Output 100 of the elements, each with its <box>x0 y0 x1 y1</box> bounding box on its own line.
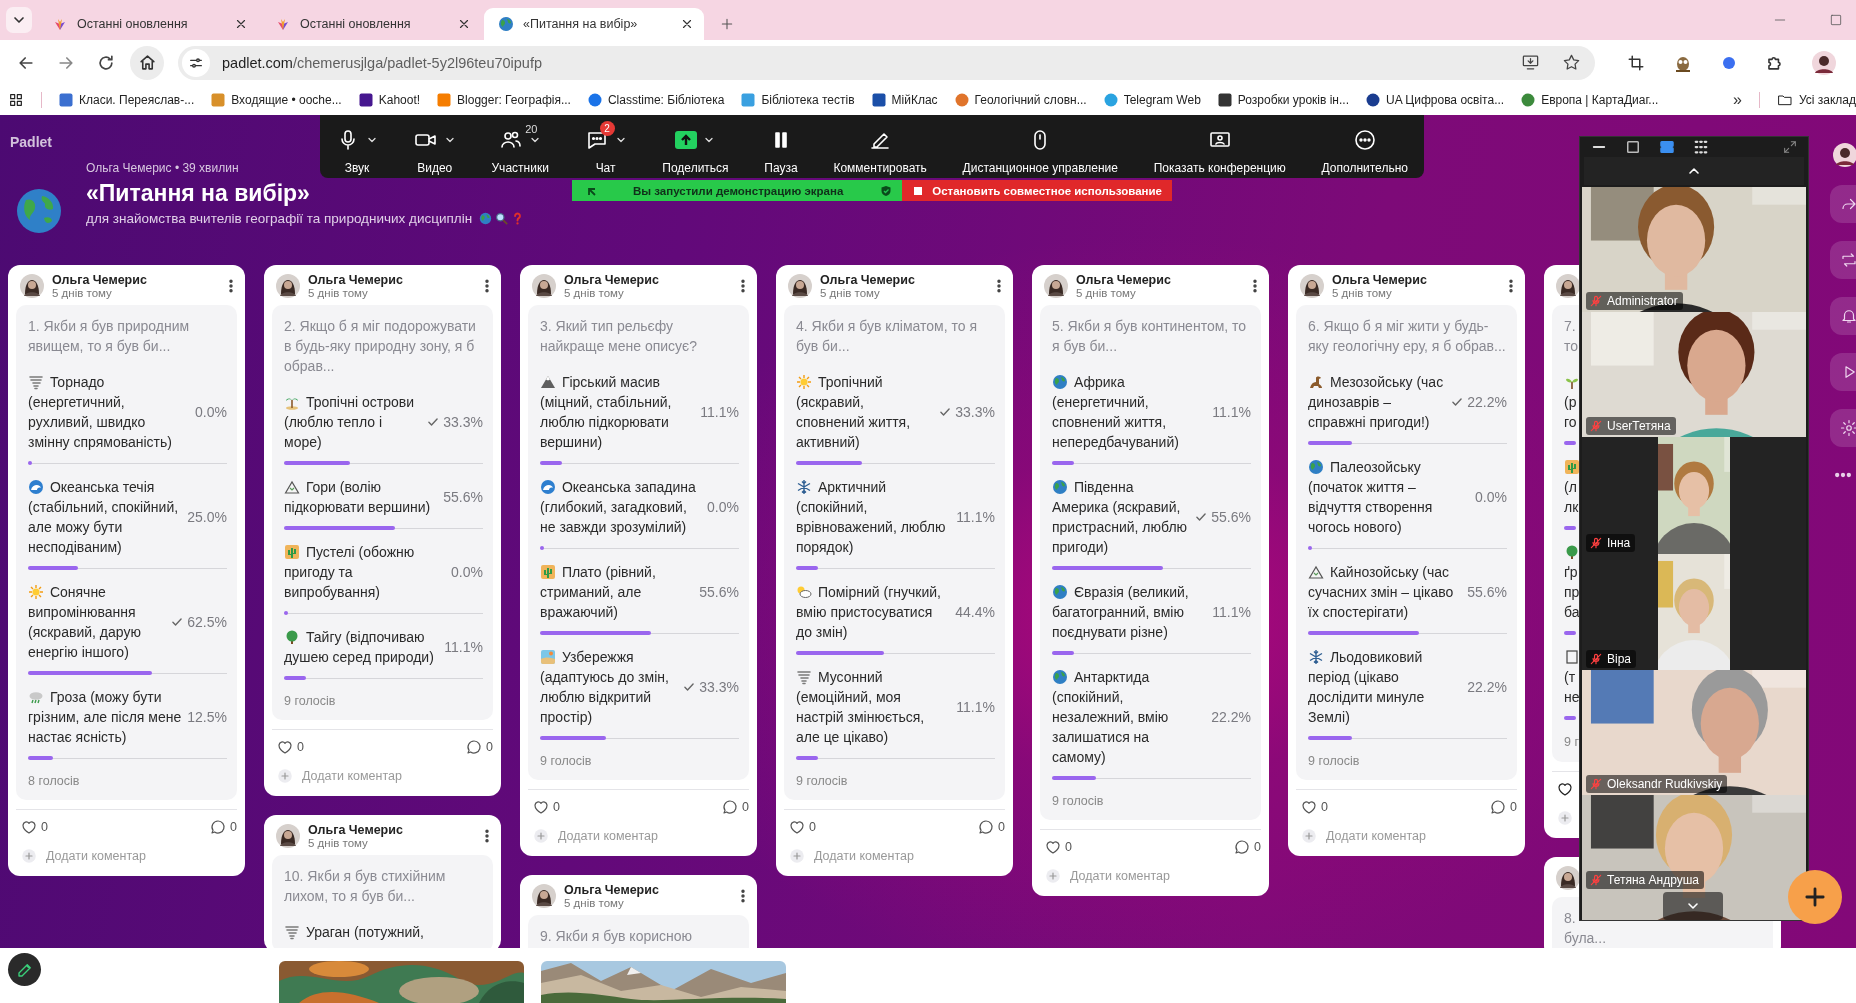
screenshot-icon[interactable] <box>1627 53 1645 72</box>
meeting-toolbar-button[interactable]: Видео <box>407 115 462 178</box>
like-button[interactable]: 0 <box>276 738 304 756</box>
comment-button[interactable]: 0 <box>465 738 493 756</box>
bookmark[interactable]: МійКлас <box>871 93 938 107</box>
poll-option[interactable]: Євразія (великий, багатогранний, вмію поєднувати різне) <box>1052 582 1207 642</box>
bookmark-folder[interactable]: Усі заклад <box>1776 92 1856 108</box>
bookmark[interactable]: Kahoot! <box>358 93 421 107</box>
poll-option[interactable]: Океанська западина (глибокий, загадковий, не завжди зрозумілий) <box>540 477 702 537</box>
install-icon[interactable] <box>1521 53 1540 72</box>
apps-icon[interactable] <box>8 92 24 108</box>
favicon-icon <box>587 93 602 107</box>
add-post-button[interactable] <box>1788 870 1842 924</box>
poll-option[interactable]: Гірський масив (міцний, стабільний, люблю підкорювати вершини) <box>540 372 695 452</box>
browser-tab[interactable]: Останні оновлення <box>261 8 481 40</box>
poll-option[interactable]: Мусонний (емоційний, моя настрій змінюється, але це цікаво) <box>796 667 951 747</box>
profile-avatar[interactable] <box>1833 143 1856 167</box>
expand-icon[interactable] <box>1782 139 1798 156</box>
comment-button[interactable]: 0 <box>1489 798 1517 816</box>
poll-option[interactable]: Плато (рівний, стриманий, але вражаючий) <box>540 562 694 622</box>
poll-option[interactable]: Льодовиковий період (цікаво дослідити минуле Землі) <box>1308 647 1462 727</box>
profile-avatar[interactable] <box>1812 50 1836 75</box>
heart-icon[interactable] <box>1556 780 1574 798</box>
poll-option[interactable]: Тропічні острови (люблю тепло і море) <box>284 392 421 452</box>
meeting-toolbar-button[interactable]: Дополнительно <box>1315 115 1414 178</box>
poll-option[interactable]: лк <box>1564 497 1579 517</box>
poll-option[interactable]: Ураган (потужний, <box>284 922 483 942</box>
comment-button[interactable]: 0 <box>721 798 749 816</box>
meeting-toolbar-button[interactable]: Звук <box>330 115 384 178</box>
poll-option[interactable]: пр <box>1564 582 1580 602</box>
poll-option[interactable]: Торнадо (енергетичний, рухливий, швидко змінну спрямованість) <box>28 372 190 452</box>
meeting-toolbar-button[interactable]: Пауза <box>758 115 804 178</box>
maximize-icon[interactable] <box>1828 12 1844 28</box>
poll-option[interactable]: Пустелі (обожню пригоду та випробування) <box>284 542 446 602</box>
close-icon[interactable] <box>680 17 694 31</box>
comment-button[interactable]: 0 <box>209 818 237 836</box>
like-button[interactable]: 0 <box>1044 838 1072 856</box>
meeting-toolbar-button[interactable]: Дистанционное управление <box>956 115 1124 178</box>
poll-option[interactable]: Узбережжя (адаптуюсь до змін, люблю відкритий простір) <box>540 647 677 727</box>
like-button[interactable]: 0 <box>532 798 560 816</box>
poll-option[interactable]: Африка (енергетичний, сповнений життя, непередбачуваний) <box>1052 372 1207 452</box>
bookmark[interactable]: Бібліотека тестів <box>741 93 855 107</box>
poll-option[interactable]: Океанська течія (стабільний, спокійний, але можу бути несподіваним) <box>28 477 182 557</box>
comment-button[interactable]: 0 <box>977 818 1005 836</box>
bookmark[interactable]: Classtime: Бібліотека <box>587 93 725 107</box>
poll-option[interactable]: (р <box>1564 392 1577 412</box>
poll-option[interactable]: Гроза (можу бути грізним, але після мене настає ясність) <box>28 687 182 747</box>
share-screen-icon <box>675 131 698 149</box>
poll-option[interactable]: Кайнозойську (час сучасних змін – цікаво їх спостерігати) <box>1308 562 1462 622</box>
poll-option[interactable]: Помірний (гнучкий, вмію пристосуватися до змін) <box>796 582 950 642</box>
bookmark[interactable]: Европа | КартаДиаг... <box>1521 93 1659 107</box>
repeat-icon <box>1840 251 1856 269</box>
meeting-toolbar-button[interactable]: 2 Чат <box>578 115 633 178</box>
bookmark[interactable]: UA Цифрова освіта... <box>1366 93 1505 107</box>
home-button[interactable] <box>130 45 164 80</box>
bookmark[interactable]: Входящие • ooche... <box>211 93 342 107</box>
bookmark[interactable]: Telegram Web <box>1103 93 1201 107</box>
poll-option[interactable]: Палеозойську (початок життя – відчуття створення чогось нового) <box>1308 457 1470 537</box>
poll-option[interactable]: ба <box>1564 602 1580 622</box>
more-bookmarks-button[interactable]: » <box>1733 91 1742 109</box>
like-button[interactable]: 0 <box>20 818 48 836</box>
poll-option[interactable]: ґр <box>1564 562 1578 582</box>
comment-icon <box>465 738 484 756</box>
meeting-toolbar-button[interactable]: Показать конференцию <box>1147 115 1292 178</box>
meeting-toolbar-button[interactable]: 20 Участники <box>485 115 555 178</box>
like-button[interactable]: 0 <box>788 818 816 836</box>
bookmark[interactable]: Геологічний словн... <box>954 93 1087 107</box>
poll-option[interactable]: (т <box>1564 667 1576 687</box>
poll-option[interactable]: Мезозойську (час динозаврів – справжні пригоди!) <box>1308 372 1445 432</box>
padlet-logo[interactable]: Padlet <box>10 134 52 150</box>
close-icon[interactable] <box>457 17 471 31</box>
poll-option[interactable]: Тайгу (відпочиваю душею серед природи) <box>284 627 439 667</box>
poll-option[interactable]: (л <box>1564 477 1577 497</box>
star-icon[interactable] <box>1562 53 1581 72</box>
extension-icon[interactable] <box>1721 54 1737 71</box>
close-icon[interactable] <box>234 17 248 31</box>
poll-option[interactable]: Гори (волію підкорювати вершини) <box>284 477 438 517</box>
bookmark[interactable]: Класи. Переяслав-... <box>59 93 195 107</box>
edit-button[interactable] <box>8 953 41 986</box>
meeting-toolbar-button[interactable]: Комментировать <box>827 115 933 178</box>
folder-icon <box>1776 92 1793 108</box>
browser-tab[interactable]: Останні оновлення <box>38 8 258 40</box>
stop-sharing-button[interactable]: Остановить совместное использование <box>902 180 1172 201</box>
poll-option[interactable]: Тропічний (яскравий, сповнений життя, активний) <box>796 372 933 452</box>
poll-option[interactable]: Арктичний (спокійний, врівноважений, люблю порядок) <box>796 477 951 557</box>
like-button[interactable]: 0 <box>1300 798 1328 816</box>
tab-search-button[interactable] <box>6 7 32 33</box>
heart-icon <box>1044 838 1062 856</box>
poll-option[interactable]: Сонячне випромінювання (яскравий, дарую енергію іншого) <box>28 582 165 662</box>
bookmark[interactable]: Blogger: Географія... <box>437 93 571 107</box>
browser-tab[interactable]: «Питання на вибір» <box>484 8 704 40</box>
poll-option[interactable]: Південна Америка (яскравий, пристрасний, люблю пригоди) <box>1052 477 1189 557</box>
comment-button[interactable]: 0 <box>1233 838 1261 856</box>
scroll-down-button[interactable] <box>1663 892 1723 920</box>
meeting-toolbar-button[interactable]: Поделиться <box>656 115 735 178</box>
poll-option[interactable]: го <box>1564 412 1577 432</box>
poll-option[interactable]: Антарктида (спокійний, незалежний, вмію залишатися на самому) <box>1052 667 1206 767</box>
bookmark[interactable]: Розробки уроків ін... <box>1217 93 1349 107</box>
poll-option[interactable]: не <box>1564 687 1580 707</box>
address-bar[interactable]: padlet.com/chemerusjlga/padlet-5y2l96teu70ipufp <box>178 45 1595 80</box>
